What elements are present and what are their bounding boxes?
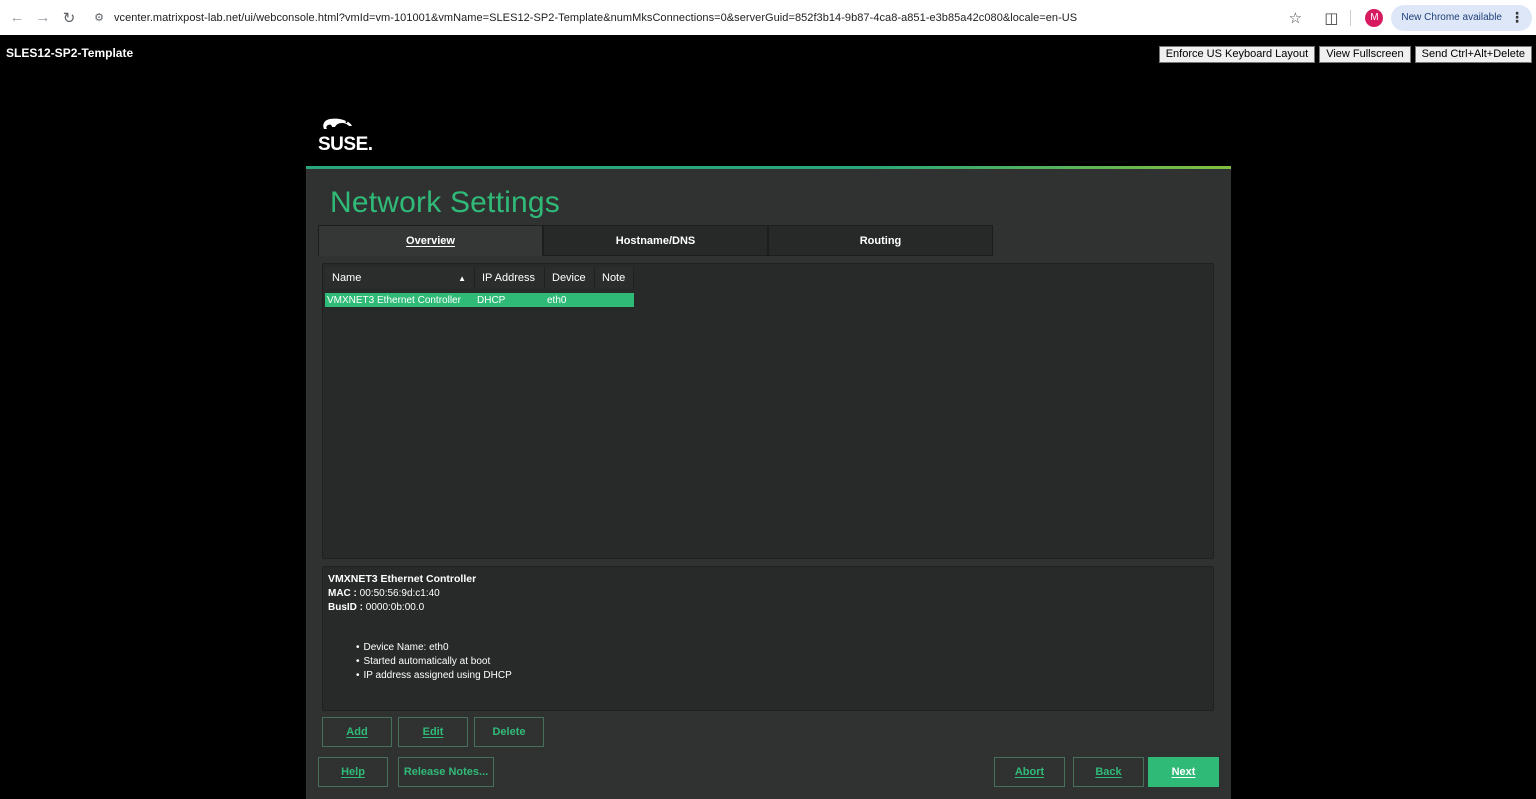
view-fullscreen-button[interactable]: View Fullscreen	[1319, 46, 1411, 63]
reload-icon[interactable]: ↻	[58, 7, 80, 29]
page-title: Network Settings	[330, 186, 560, 219]
chrome-update-label: New Chrome available	[1401, 12, 1502, 23]
tab-hostname-dns[interactable]: Hostname/DNS	[543, 225, 768, 256]
next-button[interactable]: Next	[1148, 757, 1219, 787]
interfaces-table: Name ▲ IP Address Device Note VMXNET3 Et…	[325, 267, 634, 307]
address-bar[interactable]: vcenter.matrixpost-lab.net/ui/webconsole…	[114, 12, 1077, 24]
site-info-icon[interactable]: ⚙	[90, 9, 108, 27]
mac-line: MAC : 00:50:56:9d:c1:40	[328, 587, 1208, 601]
list-item: Device Name: eth0	[356, 641, 1208, 655]
tab-overview-label: Overview	[406, 234, 455, 247]
edit-button[interactable]: Edit	[398, 717, 468, 747]
chrome-update-button[interactable]: New Chrome available ⋮	[1391, 4, 1532, 31]
mac-value: 00:50:56:9d:c1:40	[359, 588, 440, 599]
back-arrow-icon[interactable]: ←	[6, 7, 28, 29]
list-item: IP address assigned using DHCP	[356, 669, 1208, 683]
cell-ip: DHCP	[477, 294, 506, 306]
busid-label: BusID :	[328, 602, 363, 613]
sort-ascending-icon: ▲	[458, 273, 466, 283]
extensions-icon[interactable]: ◫	[1318, 5, 1344, 31]
column-header-name[interactable]: Name ▲	[325, 267, 475, 289]
cell-device: eth0	[547, 294, 567, 306]
installer-window: Network Settings Overview Hostname/DNS R…	[306, 166, 1231, 799]
header-divider	[306, 166, 1231, 169]
send-ctrl-alt-delete-button[interactable]: Send Ctrl+Alt+Delete	[1414, 46, 1532, 63]
help-button[interactable]: Help	[318, 757, 388, 787]
tab-hostname-dns-label: Hostname/DNS	[615, 234, 696, 247]
mac-label: MAC :	[328, 588, 357, 599]
browser-toolbar: ← → ↻ ⚙ vcenter.matrixpost-lab.net/ui/we…	[0, 0, 1536, 35]
chameleon-icon	[323, 118, 352, 129]
kebab-menu-icon[interactable]: ⋮	[1510, 9, 1524, 26]
busid-value: 0000:0b:00.0	[365, 602, 425, 613]
forward-arrow-icon[interactable]: →	[32, 7, 54, 29]
profile-avatar[interactable]: M	[1365, 8, 1384, 27]
abort-button[interactable]: Abort	[994, 757, 1065, 787]
cell-note	[595, 293, 634, 307]
interfaces-table-panel: Name ▲ IP Address Device Note VMXNET3 Et…	[322, 263, 1214, 559]
vm-name: SLES12-SP2-Template	[6, 46, 134, 60]
column-header-name-label: Name	[332, 272, 362, 284]
back-button[interactable]: Back	[1073, 757, 1144, 787]
column-header-ip[interactable]: IP Address	[475, 267, 545, 289]
busid-line: BusID : 0000:0b:00.0	[328, 601, 1208, 615]
tab-routing-label: Routing	[859, 234, 902, 247]
details-title: VMXNET3 Ethernet Controller	[328, 573, 477, 585]
table-row[interactable]: VMXNET3 Ethernet Controller DHCP eth0	[325, 293, 634, 307]
release-notes-button[interactable]: Release Notes...	[398, 757, 494, 787]
tab-bar: Overview Hostname/DNS Routing	[318, 225, 993, 256]
column-header-device[interactable]: Device	[545, 267, 595, 289]
suse-logo-text: SUSE.	[318, 134, 373, 155]
delete-button[interactable]: Delete	[474, 717, 544, 747]
toolbar-divider	[1350, 9, 1352, 26]
details-bullet-list: Device Name: eth0 Started automatically …	[328, 641, 1208, 683]
cell-name: VMXNET3 Ethernet Controller	[327, 294, 461, 306]
device-details-panel: VMXNET3 Ethernet Controller MAC : 00:50:…	[322, 566, 1214, 711]
tab-overview[interactable]: Overview	[318, 225, 543, 256]
list-item: Started automatically at boot	[356, 655, 1208, 669]
column-header-note[interactable]: Note	[595, 267, 634, 289]
tab-routing[interactable]: Routing	[768, 225, 993, 256]
suse-logo: SUSE.	[318, 118, 373, 155]
console-toolbar: Enforce US Keyboard Layout View Fullscre…	[1158, 46, 1532, 63]
enforce-keyboard-button[interactable]: Enforce US Keyboard Layout	[1158, 46, 1316, 63]
table-header: Name ▲ IP Address Device Note	[325, 267, 634, 289]
add-button[interactable]: Add	[322, 717, 392, 747]
bookmark-star-icon[interactable]: ☆	[1282, 5, 1308, 31]
